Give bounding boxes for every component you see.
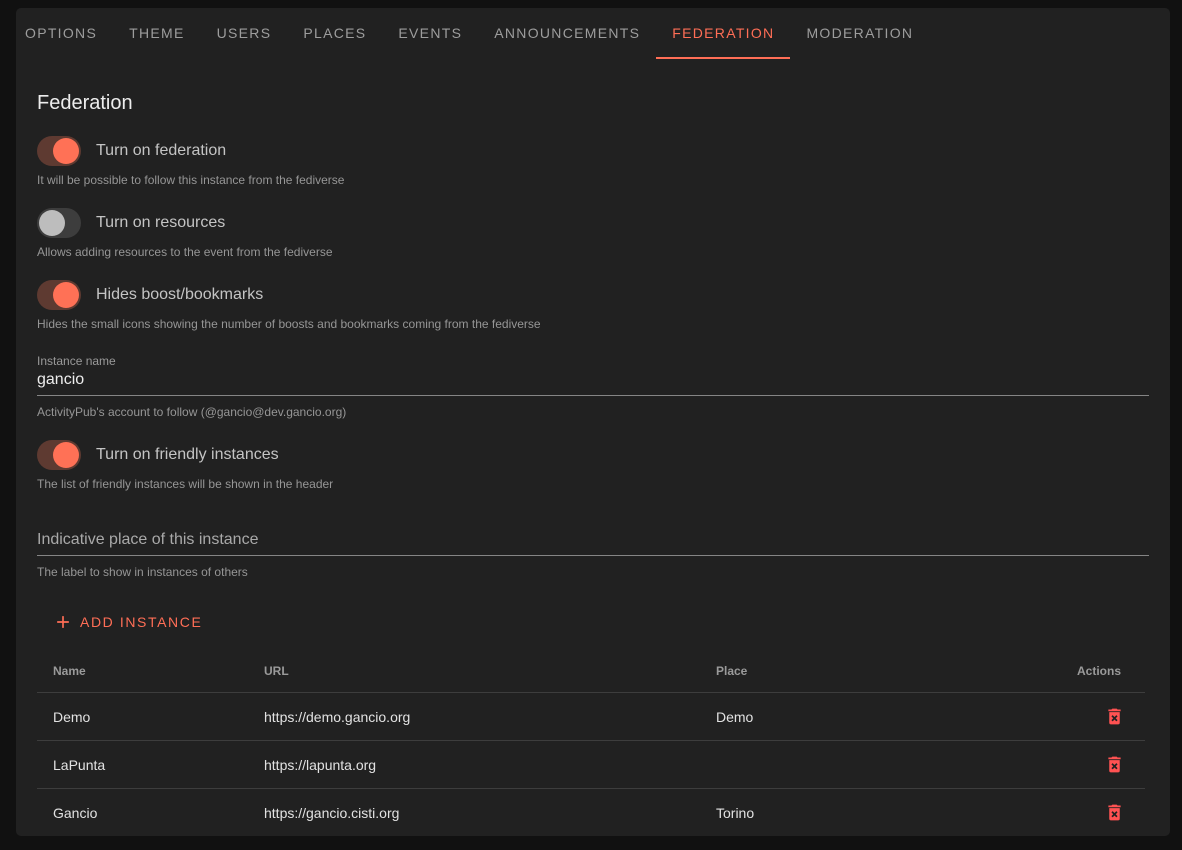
table-row: LaPunta https://lapunta.org <box>37 741 1145 789</box>
friendly-instances-toggle[interactable] <box>37 440 81 470</box>
instance-name-field: Instance name ActivityPub's account to f… <box>37 354 1149 419</box>
switch-thumb <box>53 282 79 308</box>
instance-name-label: Instance name <box>37 354 1149 368</box>
instance-name-hint: ActivityPub's account to follow (@gancio… <box>37 405 1149 419</box>
add-instance-button[interactable]: ADD INSTANCE <box>45 606 210 638</box>
friendly-instances-table: Name URL Place Actions Demo https://demo… <box>37 652 1145 836</box>
boost-toggle-hint: Hides the small icons showing the number… <box>37 317 1149 331</box>
federation-toggle[interactable] <box>37 136 81 166</box>
delete-instance-button[interactable] <box>1102 800 1127 825</box>
table-row: Gancio https://gancio.cisti.org Torino <box>37 789 1145 837</box>
header-url: URL <box>248 652 700 693</box>
table-header-row: Name URL Place Actions <box>37 652 1145 693</box>
friendly-toggle-row: Turn on friendly instances <box>37 440 1149 470</box>
instance-place-hint: The label to show in instances of others <box>37 565 1149 579</box>
admin-tabs: OPTIONS THEME USERS PLACES EVENTS ANNOUN… <box>16 8 1170 59</box>
cell-name: Demo <box>37 693 248 741</box>
tab-theme[interactable]: THEME <box>113 8 201 59</box>
header-actions: Actions <box>1000 652 1145 693</box>
plus-icon <box>53 612 73 632</box>
boost-toggle-row: Hides boost/bookmarks <box>37 280 1149 310</box>
cell-url: https://demo.gancio.org <box>248 693 700 741</box>
tab-options[interactable]: OPTIONS <box>16 8 113 59</box>
admin-panel-card: OPTIONS THEME USERS PLACES EVENTS ANNOUN… <box>16 8 1170 836</box>
tab-users[interactable]: USERS <box>201 8 288 59</box>
federation-toggle-row: Turn on federation <box>37 136 1149 166</box>
trash-icon <box>1104 802 1125 823</box>
federation-toggle-hint: It will be possible to follow this insta… <box>37 173 1149 187</box>
boost-toggle-label: Hides boost/bookmarks <box>96 286 263 304</box>
resources-toggle-hint: Allows adding resources to the event fro… <box>37 245 1149 259</box>
cell-name: LaPunta <box>37 741 248 789</box>
instance-place-field: The label to show in instances of others <box>37 528 1149 579</box>
delete-instance-button[interactable] <box>1102 752 1127 777</box>
header-name: Name <box>37 652 248 693</box>
cell-name: Gancio <box>37 789 248 837</box>
tab-events[interactable]: EVENTS <box>382 8 478 59</box>
switch-thumb <box>53 138 79 164</box>
cell-url: https://lapunta.org <box>248 741 700 789</box>
header-place: Place <box>700 652 1000 693</box>
resources-toggle-label: Turn on resources <box>96 214 225 232</box>
cell-place: Torino <box>700 789 1000 837</box>
trash-icon <box>1104 754 1125 775</box>
tab-places[interactable]: PLACES <box>287 8 382 59</box>
resources-toggle-row: Turn on resources <box>37 208 1149 238</box>
tab-moderation[interactable]: MODERATION <box>790 8 929 59</box>
federation-settings: Federation Turn on federation It will be… <box>16 92 1170 836</box>
federation-toggle-label: Turn on federation <box>96 142 226 160</box>
switch-thumb <box>39 210 65 236</box>
tab-federation[interactable]: FEDERATION <box>656 8 790 59</box>
switch-thumb <box>53 442 79 468</box>
table-row: Demo https://demo.gancio.org Demo <box>37 693 1145 741</box>
instance-name-input[interactable] <box>37 368 1149 396</box>
delete-instance-button[interactable] <box>1102 704 1127 729</box>
add-instance-label: ADD INSTANCE <box>80 614 202 630</box>
instance-place-input[interactable] <box>37 528 1149 556</box>
boost-toggle[interactable] <box>37 280 81 310</box>
friendly-toggle-hint: The list of friendly instances will be s… <box>37 477 1149 491</box>
cell-place <box>700 741 1000 789</box>
friendly-toggle-label: Turn on friendly instances <box>96 446 279 464</box>
trash-icon <box>1104 706 1125 727</box>
tab-announcements[interactable]: ANNOUNCEMENTS <box>478 8 656 59</box>
cell-place: Demo <box>700 693 1000 741</box>
cell-url: https://gancio.cisti.org <box>248 789 700 837</box>
page-title: Federation <box>37 92 1149 115</box>
resources-toggle[interactable] <box>37 208 81 238</box>
